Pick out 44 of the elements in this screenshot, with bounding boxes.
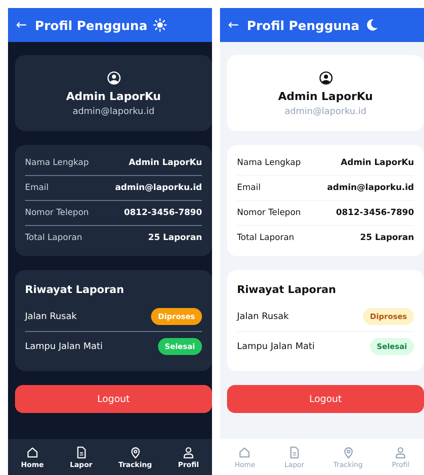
user-icon: [394, 446, 408, 458]
home-icon: [26, 446, 39, 458]
field-value: 0812-3456-7890: [124, 208, 202, 218]
field-label: Nama Lengkap: [237, 158, 301, 168]
user-avatar-icon: [318, 71, 332, 85]
location-pin-icon: [128, 446, 142, 458]
section-title: Riwayat Laporan: [237, 284, 337, 296]
profile-name: Admin LaporKu: [278, 90, 373, 103]
report-name: Jalan Rusak: [25, 312, 77, 322]
report-name: Lampu Jalan Mati: [237, 342, 315, 352]
field-label: Nomor Telepon: [25, 208, 89, 218]
back-button[interactable]: ←: [14, 18, 29, 32]
field-value: admin@laporku.id: [115, 183, 202, 193]
field-label: Total Laporan: [25, 233, 82, 243]
user-icon: [182, 446, 195, 458]
sun-icon[interactable]: [153, 18, 168, 32]
field-value: admin@laporku.id: [327, 183, 414, 193]
field-label: Email: [25, 183, 49, 193]
profile-name: Admin LaporKu: [66, 90, 161, 103]
field-value: Admin LaporKu: [128, 158, 202, 168]
moon-icon[interactable]: [365, 18, 380, 32]
field-label: Nama Lengkap: [25, 158, 89, 168]
page-title: Profil Pengguna: [34, 18, 148, 32]
profile-email: admin@laporku.id: [284, 107, 366, 117]
document-icon: [288, 446, 301, 458]
field-label: Nomor Telepon: [237, 208, 301, 218]
field-value: 0812-3456-7890: [336, 208, 414, 218]
page-title: Profil Pengguna: [246, 18, 360, 32]
report-name: Lampu Jalan Mati: [25, 342, 103, 352]
user-avatar-icon: [106, 71, 120, 85]
field-label: Total Laporan: [237, 233, 294, 243]
profile-email: admin@laporku.id: [72, 107, 154, 117]
location-pin-icon: [342, 446, 355, 458]
document-icon: [74, 446, 88, 458]
logout-button[interactable]: Logout: [15, 385, 212, 413]
logout-button[interactable]: Logout: [227, 385, 424, 413]
back-button[interactable]: ←: [226, 18, 241, 32]
field-value: 25 Laporan: [148, 233, 202, 243]
report-name: Jalan Rusak: [237, 312, 289, 322]
field-label: Email: [237, 183, 261, 193]
field-value: Admin LaporKu: [340, 158, 414, 168]
section-title: Riwayat Laporan: [25, 284, 125, 296]
field-value: 25 Laporan: [360, 233, 414, 243]
home-icon: [238, 446, 252, 458]
